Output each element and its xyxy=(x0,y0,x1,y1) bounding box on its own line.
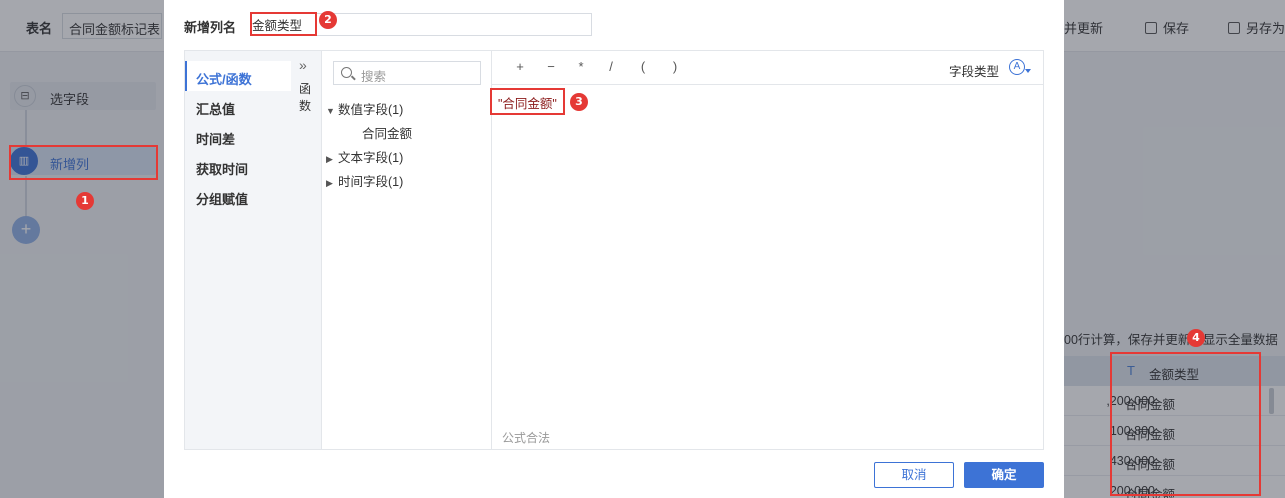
minus-operator[interactable]: − xyxy=(543,59,559,74)
right-paren-operator[interactable]: ) xyxy=(667,59,683,74)
tree-group-numeric[interactable]: ▼ 数值字段(1) xyxy=(326,99,403,118)
tree-group-label: 文本字段(1) xyxy=(338,151,404,165)
highlight-box-4 xyxy=(1110,352,1261,496)
tree-group-time[interactable]: ▶ 时间字段(1) xyxy=(326,171,403,190)
plus-operator[interactable]: + xyxy=(512,59,528,74)
chevron-down-icon[interactable] xyxy=(1025,69,1031,73)
highlight-box-1 xyxy=(9,145,158,180)
annotation-badge-4: 4 xyxy=(1187,329,1205,347)
category-get-time[interactable]: 获取时间 xyxy=(185,151,291,181)
left-paren-operator[interactable]: ( xyxy=(635,59,651,74)
category-time-diff[interactable]: 时间差 xyxy=(185,121,291,151)
function-label: 函数 xyxy=(299,82,312,113)
confirm-button[interactable]: 确定 xyxy=(964,462,1044,488)
field-item-contract-amount[interactable]: 合同金额 xyxy=(362,123,412,142)
field-type-label: 字段类型 xyxy=(948,65,999,79)
dialog-title: 新增列名 xyxy=(184,20,237,35)
formula-editor-body: 公式/函数 汇总值 时间差 获取时间 分组赋值 » 函数 搜索 ▼ 数值字段(1)… xyxy=(184,50,1044,450)
field-panel: 搜索 ▼ 数值字段(1) 合同金额 ▶ 文本字段(1) ▶ 时间字段(1) xyxy=(322,51,492,449)
new-column-dialog: 新增列名 金额类型 公式/函数 汇总值 时间差 获取时间 分组赋值 » 函数 搜… xyxy=(164,0,1064,498)
category-list: 公式/函数 汇总值 时间差 获取时间 分组赋值 xyxy=(185,51,291,449)
category-formula[interactable]: 公式/函数 xyxy=(185,61,291,91)
function-panel-toggle[interactable]: » 函数 xyxy=(291,51,322,449)
caret-down-icon: ▼ xyxy=(326,106,335,116)
operator-bar: + − * / ( ) 字段类型 A xyxy=(492,51,1043,85)
category-summary[interactable]: 汇总值 xyxy=(185,91,291,121)
highlight-box-3 xyxy=(490,88,565,115)
multiply-operator[interactable]: * xyxy=(573,59,589,74)
formula-status: 公式合法 xyxy=(502,431,551,445)
search-placeholder: 搜索 xyxy=(361,70,387,84)
field-type-icon[interactable]: A xyxy=(1009,59,1025,75)
field-search-input[interactable]: 搜索 xyxy=(333,61,481,85)
search-icon xyxy=(341,67,352,78)
annotation-badge-3: 3 xyxy=(570,93,588,111)
divide-operator[interactable]: / xyxy=(603,59,619,74)
annotation-badge-1: 1 xyxy=(76,192,94,210)
category-group-assign[interactable]: 分组赋值 xyxy=(185,181,291,211)
tree-group-label: 数值字段(1) xyxy=(338,103,404,117)
tree-group-text[interactable]: ▶ 文本字段(1) xyxy=(326,147,403,166)
formula-editor: + − * / ( ) 字段类型 A "合同金额" 公式合法 xyxy=(492,51,1043,449)
highlight-box-2 xyxy=(250,12,317,36)
caret-right-icon: ▶ xyxy=(326,154,333,164)
annotation-badge-2: 2 xyxy=(319,11,337,29)
tree-group-label: 时间字段(1) xyxy=(338,175,404,189)
cancel-button[interactable]: 取消 xyxy=(874,462,954,488)
caret-right-icon: ▶ xyxy=(326,178,333,188)
expand-icon: » xyxy=(299,57,307,73)
